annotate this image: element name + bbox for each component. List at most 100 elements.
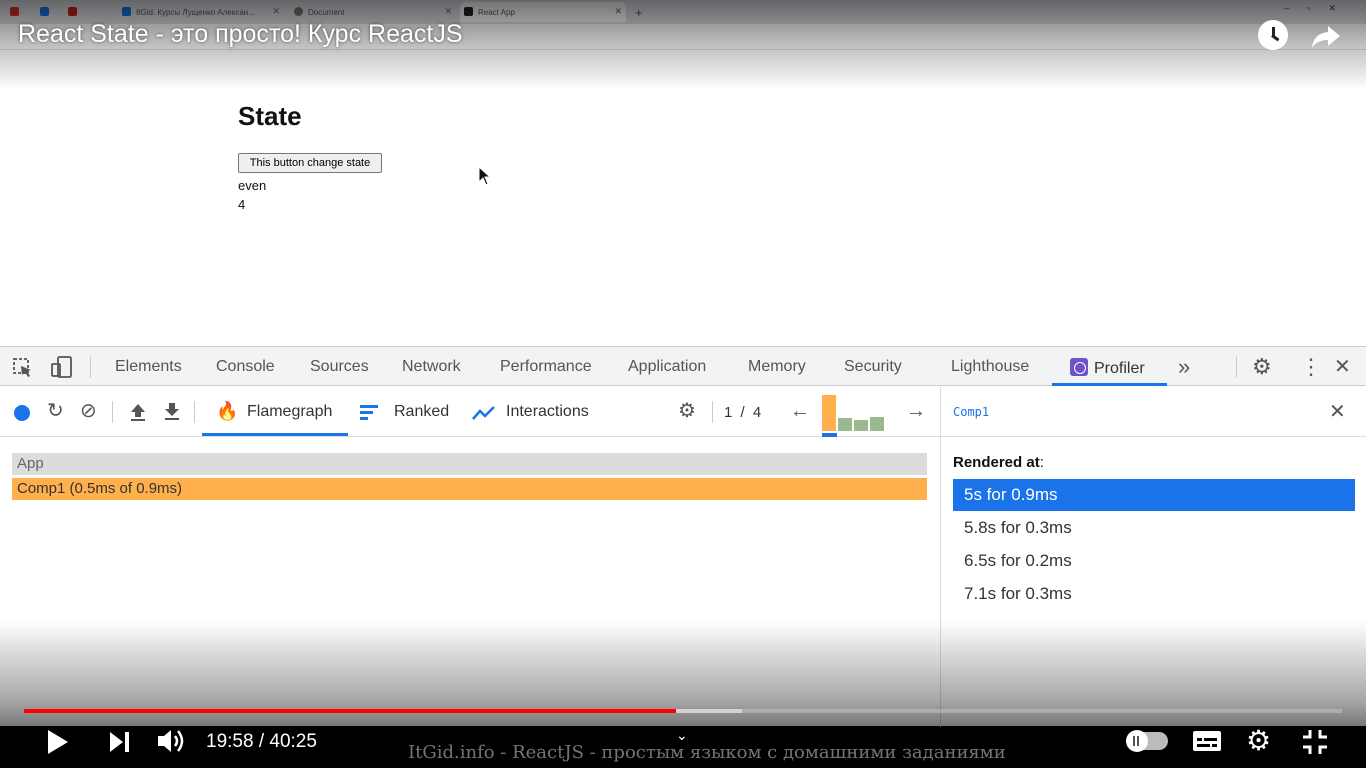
browser-tab-gmail[interactable]: [6, 2, 30, 22]
close-tab-icon[interactable]: ✕: [614, 6, 622, 17]
commit-bar[interactable]: [854, 420, 868, 431]
page-title: State: [238, 101, 302, 131]
toolbar-divider: [90, 356, 91, 378]
progress-bar[interactable]: [24, 709, 1342, 713]
globe-icon: [294, 7, 303, 16]
next-commit-icon[interactable]: →: [906, 401, 926, 421]
browser-tab-label: React App: [478, 7, 515, 17]
commit-selector-chart[interactable]: [822, 393, 888, 437]
new-tab-button[interactable]: +: [632, 2, 650, 22]
profiler-settings-icon[interactable]: ⚙: [678, 401, 696, 421]
render-entry[interactable]: 5.8s for 0.3ms: [953, 512, 1355, 544]
more-options-icon[interactable]: ⋮: [1300, 354, 1322, 380]
itgid-favicon: [122, 7, 131, 16]
tab-performance[interactable]: Performance: [500, 358, 592, 376]
selected-commit-indicator: [822, 433, 837, 437]
flame-node-comp1[interactable]: Comp1 (0.5ms of 0.9ms): [12, 478, 927, 500]
devtools-panel: Elements Console Sources Network Perform…: [0, 346, 1366, 727]
clear-profile-icon[interactable]: ⊘: [80, 401, 97, 421]
render-entry[interactable]: 7.1s for 0.3ms: [953, 578, 1355, 610]
exit-fullscreen-icon[interactable]: [1302, 729, 1328, 755]
toolbar-divider: [712, 401, 713, 423]
active-view-indicator: [202, 433, 348, 436]
inspect-element-icon[interactable]: [12, 357, 34, 379]
tab-profiler-label: Profiler: [1094, 360, 1145, 377]
browser-tab-drive[interactable]: [36, 2, 60, 22]
flame-node-app[interactable]: App: [12, 453, 927, 475]
commit-total: 4: [752, 404, 764, 421]
browser-tab-itgid[interactable]: ItGid. Курсы Лущенко Алексан... ✕: [118, 2, 284, 22]
video-title[interactable]: React State - это просто! Курс ReactJS: [18, 20, 463, 49]
load-profile-icon[interactable]: [128, 402, 148, 422]
browser-tab-label: Document: [308, 7, 345, 17]
browser-tab-label: ItGid. Курсы Лущенко Алексан...: [136, 7, 255, 17]
tab-security[interactable]: Security: [844, 358, 902, 376]
channel-watermark: ItGid.info - ReactJS - простым языком с …: [408, 742, 1006, 763]
toolbar-divider: [112, 401, 113, 423]
tab-elements[interactable]: Elements: [115, 358, 182, 376]
share-icon[interactable]: [1310, 20, 1342, 52]
rendered-at-text: Rendered at: [953, 454, 1040, 471]
drive-icon: [40, 7, 49, 16]
details-header: Comp1 ✕: [941, 387, 1366, 437]
close-tab-icon[interactable]: ✕: [444, 6, 452, 17]
tab-sources[interactable]: Sources: [310, 358, 369, 376]
close-tab-icon[interactable]: ✕: [272, 6, 280, 17]
render-entry[interactable]: 6.5s for 0.2ms: [953, 545, 1355, 577]
commit-bar[interactable]: [870, 417, 884, 431]
commit-counter: 1 / 4: [724, 404, 763, 421]
progress-played: [24, 709, 676, 713]
close-details-icon[interactable]: ✕: [1329, 399, 1346, 424]
toolbar-divider: [1236, 356, 1237, 378]
settings-gear-icon[interactable]: ⚙: [1252, 354, 1272, 380]
tab-memory[interactable]: Memory: [748, 358, 806, 376]
record-button[interactable]: [14, 405, 30, 421]
autoplay-toggle[interactable]: [1126, 730, 1168, 752]
gmail-icon: [10, 7, 19, 16]
render-entry[interactable]: 5s for 0.9ms: [953, 479, 1355, 511]
play-icon[interactable]: [46, 729, 70, 755]
view-flamegraph[interactable]: Flamegraph: [247, 403, 332, 421]
watch-later-icon[interactable]: [1258, 20, 1290, 52]
save-profile-icon[interactable]: [162, 402, 182, 422]
selected-component-name: Comp1: [953, 405, 990, 419]
tab-profiler[interactable]: Profiler: [1070, 358, 1145, 378]
active-tab-indicator: [1052, 383, 1167, 386]
toolbar-divider: [194, 401, 195, 423]
view-interactions[interactable]: Interactions: [506, 403, 589, 421]
app-icon: [68, 7, 77, 16]
subtitles-icon[interactable]: [1192, 729, 1222, 753]
commit-bar[interactable]: [822, 395, 836, 431]
flamegraph-chart: App Comp1 (0.5ms of 0.9ms): [0, 438, 940, 727]
reload-and-profile-icon[interactable]: ↻: [47, 401, 64, 421]
react-favicon: [464, 7, 473, 16]
close-devtools-icon[interactable]: ✕: [1334, 354, 1351, 379]
tab-lighthouse[interactable]: Lighthouse: [951, 358, 1029, 376]
count-text: 4: [238, 197, 246, 212]
tab-application[interactable]: Application: [628, 358, 706, 376]
parity-text: even: [238, 178, 267, 193]
change-state-button[interactable]: This button change state: [238, 153, 382, 173]
settings-icon[interactable]: ⚙: [1246, 724, 1271, 757]
mouse-cursor-icon: [478, 166, 492, 186]
device-toolbar-icon[interactable]: [50, 355, 74, 379]
flame-icon: 🔥: [216, 401, 239, 421]
window-controls[interactable]: –▫✕: [1284, 3, 1354, 14]
view-ranked[interactable]: Ranked: [394, 403, 449, 421]
next-video-icon[interactable]: [108, 731, 132, 753]
browser-tab-document[interactable]: Document ✕: [290, 2, 456, 22]
more-tabs-icon[interactable]: »: [1178, 354, 1190, 380]
interactions-icon: [472, 406, 495, 420]
react-app-page: State This button change state even 4: [0, 50, 1366, 346]
profiler-toolbar: ↻ ⊘ 🔥 Flamegraph Ranked Interactions ⚙ 1…: [0, 387, 940, 437]
previous-commit-icon[interactable]: ←: [790, 401, 810, 421]
commit-bar[interactable]: [838, 418, 852, 431]
commit-index: 1: [724, 404, 735, 421]
component-details-panel: Comp1 ✕ Rendered at: 5s for 0.9ms 5.8s f…: [940, 387, 1366, 727]
browser-tab-react-app[interactable]: React App ✕: [460, 2, 626, 22]
commit-separator: /: [740, 404, 747, 421]
volume-icon[interactable]: [156, 727, 188, 755]
tab-network[interactable]: Network: [402, 358, 461, 376]
browser-tab-app[interactable]: [64, 2, 88, 22]
tab-console[interactable]: Console: [216, 358, 275, 376]
